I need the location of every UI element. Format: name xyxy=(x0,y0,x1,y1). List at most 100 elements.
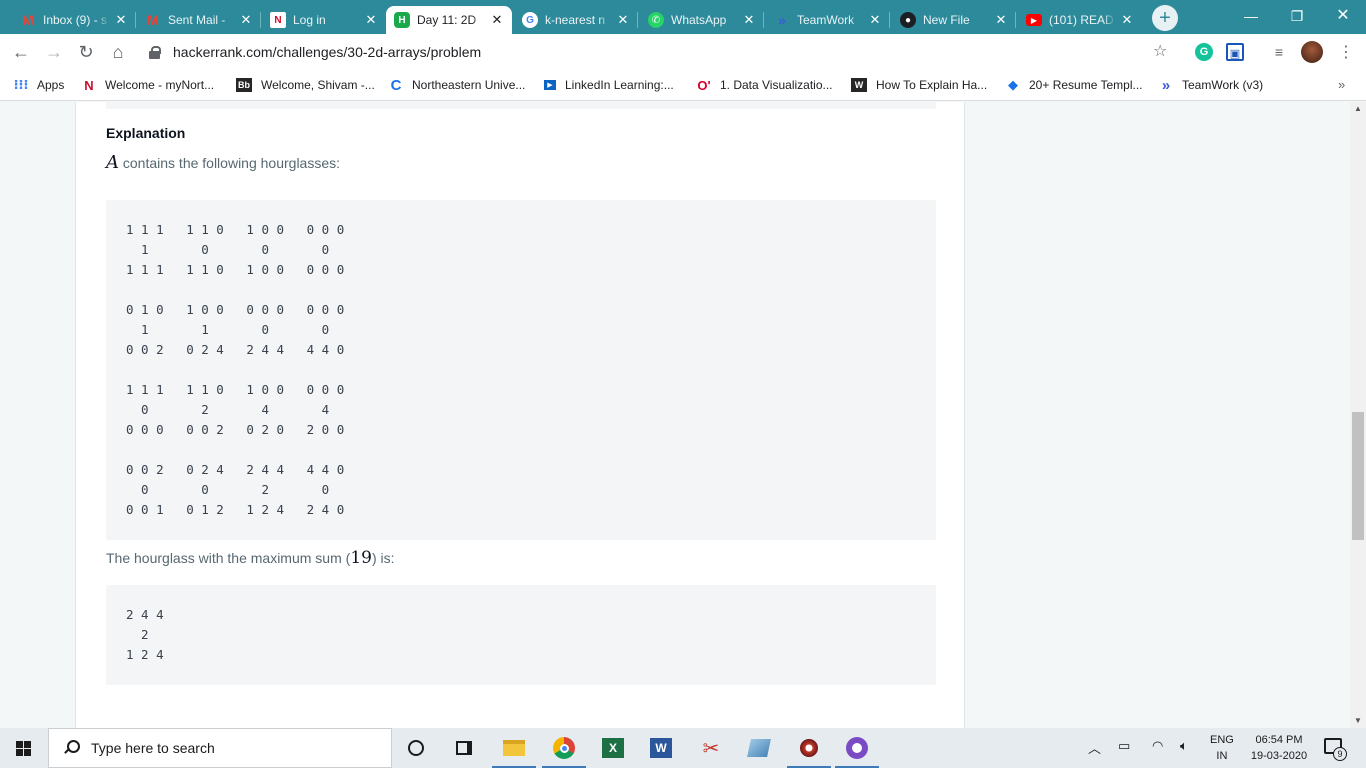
tab-k-nearest[interactable]: G k-nearest n ✕ xyxy=(514,6,638,34)
tab-title: Inbox (9) - s xyxy=(43,13,108,27)
tab-youtube[interactable]: ▶ (101) READ ✕ xyxy=(1018,6,1142,34)
tab-inbox[interactable]: M Inbox (9) - s ✕ xyxy=(12,6,136,34)
notification-count-badge: 9 xyxy=(1333,747,1347,761)
hourglasses-code-block: 1 1 1 1 1 0 1 0 0 0 0 0 1 0 0 0 1 1 1 1 … xyxy=(106,200,936,540)
matrix-variable: A xyxy=(106,152,119,173)
northeastern-c-icon: C xyxy=(390,76,402,94)
close-icon[interactable]: ✕ xyxy=(239,12,253,28)
close-icon[interactable]: ✕ xyxy=(364,12,378,28)
cortana-icon[interactable] xyxy=(392,728,440,768)
bookmark-label: TeamWork (v3) xyxy=(1182,78,1264,92)
language-indicator[interactable]: ENG IN xyxy=(1210,732,1234,764)
excel-icon[interactable]: X xyxy=(589,728,637,768)
bookmark-label: Welcome, Shivam -... xyxy=(261,78,375,92)
google-icon: G xyxy=(522,12,538,28)
snipping-tool-icon[interactable]: ✂ xyxy=(687,728,735,768)
file-explorer-icon[interactable] xyxy=(490,728,538,768)
back-arrow-icon[interactable]: ← xyxy=(9,40,33,64)
close-icon[interactable]: ✕ xyxy=(742,12,756,28)
bookmark-label: Welcome - myNort... xyxy=(105,78,215,92)
restore-icon[interactable]: ❐ xyxy=(1274,0,1320,32)
app-icon[interactable] xyxy=(785,728,833,768)
hourglasses-text: 1 1 1 1 1 0 1 0 0 0 0 0 1 0 0 0 1 1 1 1 … xyxy=(126,222,345,517)
bookmark-diamond-icon: ◆ xyxy=(1008,77,1018,92)
extension-icon[interactable]: ▣ xyxy=(1226,43,1244,61)
scrollbar-thumb[interactable] xyxy=(1352,412,1364,540)
task-view-icon[interactable] xyxy=(440,728,488,768)
volume-icon[interactable]: 🔈︎ xyxy=(1180,738,1188,754)
tab-whatsapp[interactable]: ✆ WhatsApp ✕ xyxy=(640,6,764,34)
windows-taskbar: Type here to search X W ✂ ︿ ▭ ◠ 🔈︎ ENG I… xyxy=(0,728,1366,768)
menu-icon[interactable]: ⋮ xyxy=(1338,42,1354,62)
windows-logo-icon xyxy=(16,741,31,756)
address-bar[interactable]: hackerrank.com/challenges/30-2d-arrays/p… xyxy=(141,38,1188,66)
intro-paragraph: A contains the following hourglasses: xyxy=(106,152,340,173)
oreilly-icon: O' xyxy=(697,77,711,93)
search-icon xyxy=(63,740,80,756)
lock-icon[interactable] xyxy=(149,46,161,59)
intro-text: contains the following hourglasses: xyxy=(119,155,341,171)
bookmark-star-icon[interactable]: ☆ xyxy=(1153,41,1167,61)
wifi-icon[interactable]: ◠ xyxy=(1152,738,1163,754)
tab-title: Sent Mail - xyxy=(168,13,226,27)
bookmark-resume-templates[interactable]: ◆ 20+ Resume Templ... xyxy=(1006,76,1143,94)
bookmark-linkedin-learning[interactable]: ▶ LinkedIn Learning:... xyxy=(544,76,674,94)
close-icon[interactable]: ✕ xyxy=(114,12,128,28)
scroll-down-icon[interactable]: ▼ xyxy=(1350,714,1366,728)
start-button[interactable] xyxy=(0,728,48,768)
tab-teamwork[interactable]: » TeamWork ✕ xyxy=(766,6,890,34)
window-close-icon[interactable]: ✕ xyxy=(1320,0,1366,32)
profile-avatar[interactable] xyxy=(1301,41,1323,63)
browser-toolbar: ← → ↻ ⌂ hackerrank.com/challenges/30-2d-… xyxy=(0,34,1366,70)
close-icon[interactable]: ✕ xyxy=(994,12,1008,28)
word-icon[interactable]: W xyxy=(637,728,685,768)
bookmark-how-to-explain[interactable]: W How To Explain Ha... xyxy=(851,76,987,94)
grammarly-icon[interactable]: G xyxy=(1195,43,1213,61)
vertical-scrollbar[interactable]: ▲ ▼ xyxy=(1350,102,1366,728)
tab-sent-mail[interactable]: M Sent Mail - ✕ xyxy=(137,6,261,34)
close-icon[interactable]: ✕ xyxy=(868,12,882,28)
northeastern-icon: N xyxy=(270,12,286,28)
northeastern-icon: N xyxy=(84,77,94,93)
bookmark-northeastern-university[interactable]: C Northeastern Unive... xyxy=(389,76,526,94)
url-text[interactable]: hackerrank.com/challenges/30-2d-arrays/p… xyxy=(173,44,481,60)
tab-title: Log in xyxy=(293,13,326,27)
max-sum-value: 19 xyxy=(350,548,372,568)
explanation-heading: Explanation xyxy=(106,125,186,141)
bookmark-welcome-mynort[interactable]: N Welcome - myNort... xyxy=(82,76,214,94)
gmail-icon: M xyxy=(147,12,159,28)
clock[interactable]: 06:54 PM 19-03-2020 xyxy=(1244,732,1314,764)
forward-arrow-icon[interactable]: → xyxy=(42,40,66,64)
close-icon[interactable]: ✕ xyxy=(616,12,630,28)
app-purple-icon[interactable] xyxy=(833,728,881,768)
bookmark-welcome-shivam[interactable]: Bb Welcome, Shivam -... xyxy=(236,76,375,94)
max-sum-paragraph: The hourglass with the maximum sum (19) … xyxy=(106,548,395,568)
notepad-icon[interactable] xyxy=(735,728,783,768)
bookmark-apps[interactable]: ⁝⁝⁝ Apps xyxy=(13,76,65,94)
tab-title: (101) READ xyxy=(1049,13,1114,27)
reload-icon[interactable]: ↻ xyxy=(74,40,98,64)
home-icon[interactable]: ⌂ xyxy=(106,40,130,64)
bookmark-teamwork[interactable]: » TeamWork (v3) xyxy=(1159,76,1263,94)
close-icon[interactable]: ✕ xyxy=(1120,12,1134,28)
bookmark-data-visualization[interactable]: O' 1. Data Visualizatio... xyxy=(697,76,832,94)
bookmark-label: Northeastern Unive... xyxy=(412,78,526,92)
chrome-icon[interactable] xyxy=(540,728,588,768)
tab-new-file[interactable]: ● New File ✕ xyxy=(892,6,1016,34)
search-placeholder: Type here to search xyxy=(91,740,215,756)
apps-grid-icon: ⁝⁝⁝ xyxy=(13,77,29,92)
new-tab-button[interactable]: + xyxy=(1152,5,1178,31)
media-control-icon[interactable]: ≡ xyxy=(1270,43,1288,61)
tab-day-11-2d-arrays[interactable]: H Day 11: 2D ✕ xyxy=(386,6,512,34)
show-hidden-icons-icon[interactable]: ︿ xyxy=(1088,738,1101,757)
minimize-icon[interactable]: — xyxy=(1228,0,1274,32)
tab-log-in[interactable]: N Log in ✕ xyxy=(262,6,386,34)
browser-tab-strip: M Inbox (9) - s ✕ M Sent Mail - ✕ N Log … xyxy=(0,0,1366,34)
bookmarks-overflow-icon[interactable]: » xyxy=(1338,77,1345,92)
scroll-up-icon[interactable]: ▲ xyxy=(1350,102,1366,116)
battery-icon[interactable]: ▭ xyxy=(1118,738,1130,754)
teamwork-icon: » xyxy=(778,12,786,28)
close-icon[interactable]: ✕ xyxy=(490,12,504,28)
blackboard-icon: Bb xyxy=(236,78,252,92)
taskbar-search-box[interactable]: Type here to search xyxy=(48,728,392,768)
